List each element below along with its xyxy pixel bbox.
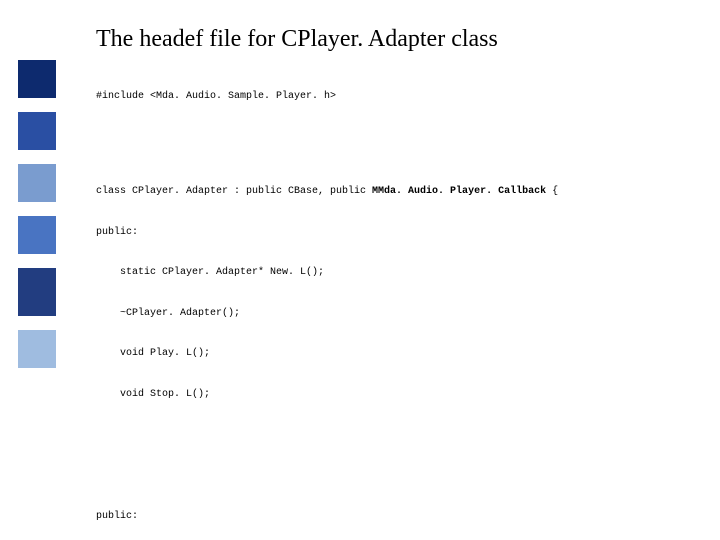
sidebar-square bbox=[18, 216, 56, 254]
code-line: static CPlayer. Adapter* New. L(); bbox=[96, 266, 710, 280]
code-line: void Stop. L(); bbox=[96, 388, 710, 402]
code-line: public: bbox=[96, 510, 710, 524]
sidebar-square bbox=[18, 112, 56, 150]
code-line: void Play. L(); bbox=[96, 347, 710, 361]
decorative-sidebar bbox=[18, 60, 58, 382]
code-line: #include <Mda. Audio. Sample. Player. h> bbox=[96, 91, 336, 102]
code-text: class CPlayer. Adapter : public CBase, p… bbox=[96, 186, 372, 197]
slide-title: The headef file for CPlayer. Adapter cla… bbox=[96, 26, 710, 53]
code-line: ~CPlayer. Adapter(); bbox=[96, 307, 710, 321]
sidebar-square bbox=[18, 60, 56, 98]
code-text: { bbox=[546, 186, 558, 197]
slide-content: The headef file for CPlayer. Adapter cla… bbox=[96, 26, 710, 540]
sidebar-square bbox=[18, 330, 56, 368]
sidebar-square bbox=[18, 164, 56, 202]
code-block: #include <Mda. Audio. Sample. Player. h>… bbox=[96, 63, 710, 540]
code-line: class CPlayer. Adapter : public CBase, p… bbox=[96, 185, 710, 199]
sidebar-square bbox=[18, 268, 56, 316]
code-line: public: bbox=[96, 226, 710, 240]
code-text-bold: MMda. Audio. Player. Callback bbox=[372, 186, 546, 197]
